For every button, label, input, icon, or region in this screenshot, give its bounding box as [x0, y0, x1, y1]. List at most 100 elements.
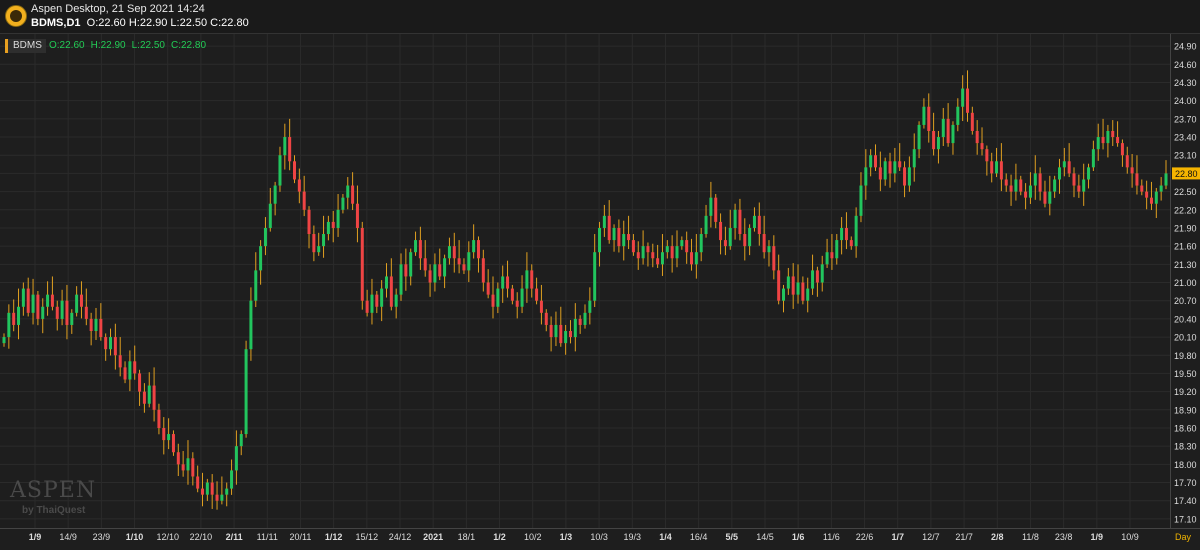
candle-body [568, 331, 572, 338]
candle-body [467, 252, 471, 271]
y-tick-label: 17.70 [1174, 478, 1197, 488]
candle-body [75, 294, 79, 313]
candle-body [554, 324, 558, 338]
candle-body [1004, 179, 1008, 186]
candle-body [302, 191, 306, 210]
candle-body [254, 270, 258, 301]
candle-body [936, 137, 940, 150]
candle-body [50, 294, 54, 307]
candle-body [1028, 185, 1032, 198]
x-tick-label: 12/10 [156, 532, 179, 542]
y-tick-label: 18.60 [1174, 423, 1197, 433]
candle-body [670, 246, 674, 259]
symbol-badge[interactable]: BDMS [5, 39, 46, 53]
candle-body [1077, 185, 1081, 192]
candle-body [394, 294, 398, 307]
candle-body [980, 143, 984, 150]
candle-body [530, 270, 534, 289]
candle-body [1159, 185, 1163, 192]
candle-body [152, 385, 156, 410]
y-tick-label: 24.60 [1174, 60, 1197, 70]
candle-body [583, 312, 587, 325]
ohlc-legend: O:22.60 H:22.90 L:22.50 C:22.80 [49, 39, 212, 53]
candle-body [646, 246, 650, 253]
candle-body [26, 288, 30, 313]
candle-body [1019, 179, 1023, 192]
window-title: Aspen Desktop, 21 Sep 2021 14:24 [31, 3, 205, 15]
candle-body [506, 276, 510, 289]
candle-body [230, 470, 234, 489]
x-tick-label: 11/11 [257, 532, 278, 542]
candle-body [1154, 191, 1158, 204]
candle-body [999, 161, 1003, 180]
candle-body [346, 185, 350, 198]
y-tick-label: 20.40 [1174, 314, 1197, 324]
x-tick-label: 10/2 [524, 532, 542, 542]
candle-body [215, 494, 219, 501]
candle-body [690, 252, 694, 265]
candle-body [263, 227, 267, 247]
candle-body [225, 488, 229, 495]
x-tick-label: 5/5 [726, 532, 739, 542]
candle-body [123, 367, 127, 380]
candle-body [433, 264, 437, 283]
candle-body [893, 161, 897, 174]
candle-body [109, 337, 113, 350]
x-tick-label: 2/8 [991, 532, 1004, 542]
candle-body [317, 246, 321, 253]
x-tick-label: 23/8 [1055, 532, 1073, 542]
y-tick-label: 21.90 [1174, 223, 1197, 233]
candle-body [932, 130, 936, 150]
candle-body [510, 288, 514, 301]
candle-body [660, 252, 664, 265]
candle-body [607, 215, 611, 241]
candle-body [196, 476, 200, 489]
time-axis[interactable]: 1/9 14/9 23/9 1/10 12/10 22/10 2/11 11/11 20/11 1… [0, 528, 1200, 545]
thaiquest-watermark: by ThaiQuest [22, 505, 86, 516]
y-tick-label: 18.30 [1174, 442, 1197, 452]
candle-body [641, 246, 645, 259]
candle-body [65, 300, 69, 325]
candle-body [55, 306, 59, 319]
candle-body [990, 161, 994, 174]
candle-body [864, 167, 868, 186]
chart-area[interactable] [0, 34, 1170, 528]
candle-body [380, 288, 384, 307]
candle-body [815, 270, 819, 283]
candle-body [1111, 130, 1115, 138]
candle-body [292, 161, 297, 180]
candle-body [1106, 130, 1110, 144]
candle-body [840, 227, 844, 241]
candle-body [1149, 197, 1153, 204]
candle-body [457, 258, 461, 265]
candle-body [844, 227, 848, 241]
candle-body [927, 106, 931, 131]
price-axis[interactable]: 24.90 24.60 24.30 24.00 23.70 23.40 23.10 22.80… [1170, 34, 1200, 528]
candle-body [520, 288, 524, 307]
x-tick-label: 21/7 [955, 532, 973, 542]
x-tick-label: 23/9 [93, 532, 111, 542]
candle-body [1033, 173, 1037, 186]
candle-body [147, 385, 151, 404]
candle-body [60, 300, 64, 319]
candle-body [588, 300, 592, 313]
candlestick-chart[interactable] [0, 34, 1170, 528]
candle-body [699, 234, 703, 253]
y-tick-label: 18.90 [1174, 405, 1197, 415]
candle-body [1125, 155, 1129, 168]
y-tick-label: 19.20 [1174, 387, 1197, 397]
x-tick-label: 11/8 [1022, 532, 1039, 542]
candle-body [777, 270, 781, 301]
candle-body [399, 264, 403, 295]
candle-body [7, 312, 11, 338]
x-tick-label: 14/9 [59, 532, 77, 542]
candle-body [907, 167, 911, 186]
candle-body [336, 209, 340, 228]
candle-body [452, 246, 456, 259]
candle-body [138, 373, 142, 392]
candle-body [1043, 191, 1047, 204]
candle-body [1164, 173, 1168, 186]
candle-body [404, 264, 408, 277]
candle-body [728, 227, 732, 247]
candle-body [598, 227, 602, 253]
